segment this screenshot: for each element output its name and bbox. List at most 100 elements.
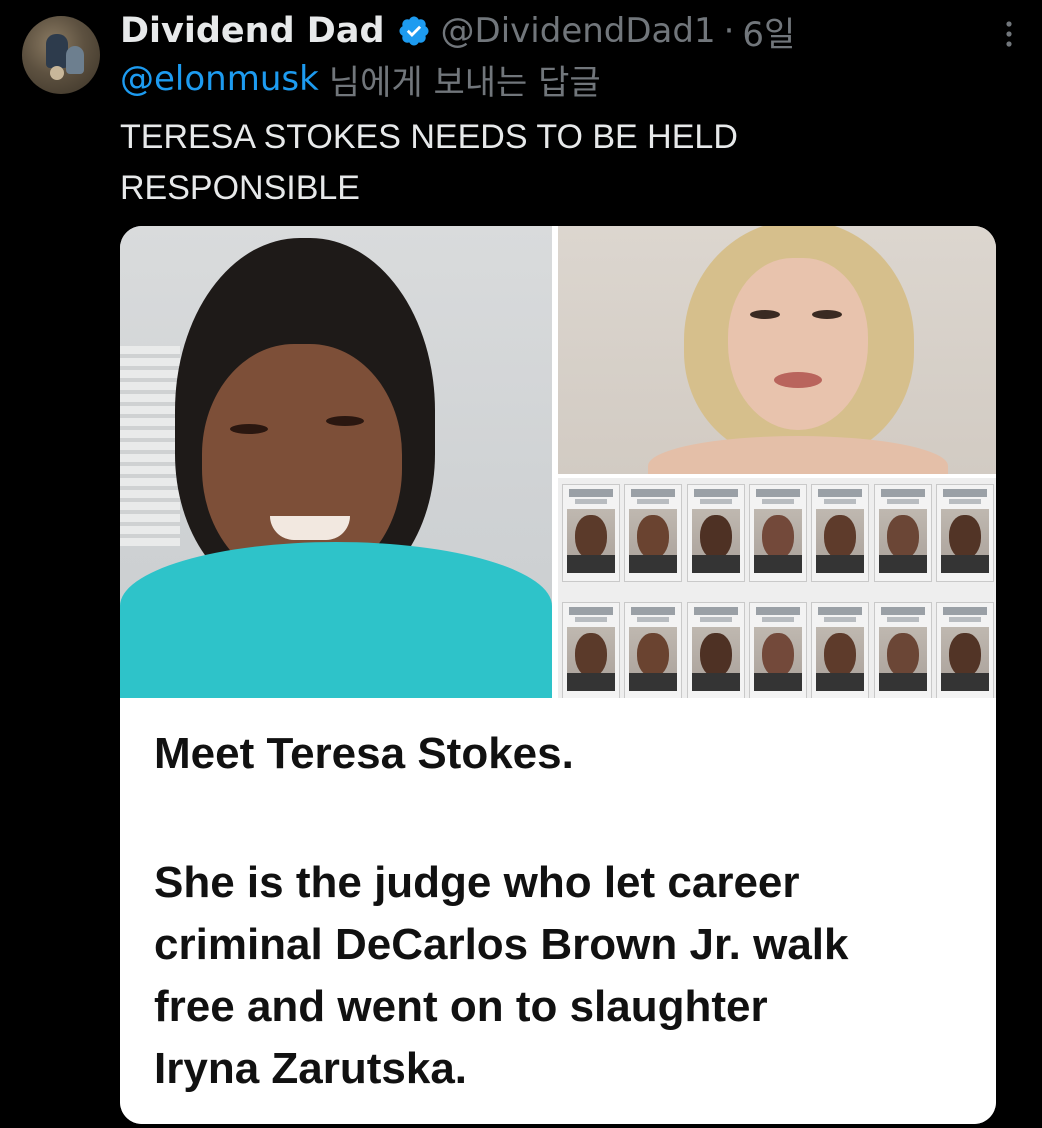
mugshot-label bbox=[824, 617, 857, 622]
mugshot-body bbox=[691, 673, 740, 691]
mugshot-photo bbox=[567, 509, 615, 573]
mugshot-photo bbox=[940, 509, 989, 573]
mugshot-thumbnail bbox=[873, 484, 932, 582]
mugshot-body bbox=[816, 555, 865, 573]
author-display-name[interactable]: Dividend Dad bbox=[120, 11, 385, 51]
more-options-icon[interactable] bbox=[1002, 20, 1016, 48]
mugshot-label bbox=[761, 499, 794, 504]
mugshot-head bbox=[948, 515, 981, 559]
mugshot-label bbox=[761, 617, 794, 622]
mugshot-thumbnail bbox=[624, 602, 683, 700]
mugshot-photo bbox=[691, 509, 740, 573]
caption-line: She is the judge who let career bbox=[154, 858, 800, 907]
mugshot-row bbox=[562, 484, 994, 584]
mugshot-thumbnail bbox=[748, 484, 807, 582]
photo-eye bbox=[230, 424, 268, 434]
mugshot-label bbox=[880, 607, 925, 615]
photo-lips bbox=[774, 372, 822, 388]
mugshot-head bbox=[699, 515, 732, 559]
mugshot-head bbox=[575, 633, 607, 677]
photo-smile bbox=[270, 516, 350, 540]
mugshot-photo bbox=[629, 509, 678, 573]
author-avatar[interactable] bbox=[22, 16, 100, 94]
mugshot-photo bbox=[878, 627, 927, 691]
mugshot-thumbnail bbox=[811, 484, 870, 582]
mugshot-label bbox=[942, 489, 987, 497]
header-separator: · bbox=[723, 11, 735, 51]
mugshot-body bbox=[567, 555, 615, 573]
avatar-figure bbox=[50, 66, 64, 80]
mugshot-body bbox=[567, 673, 615, 691]
mugshot-body bbox=[753, 673, 802, 691]
portrait-photo bbox=[120, 226, 552, 698]
mugshot-thumbnail bbox=[748, 602, 807, 700]
caption-line: criminal DeCarlos Brown Jr. walk bbox=[154, 920, 849, 969]
verified-badge-icon[interactable] bbox=[397, 14, 431, 48]
author-handle[interactable]: @DividendDad1 bbox=[441, 11, 716, 51]
mugshot-label bbox=[818, 489, 863, 497]
mugshot-grid bbox=[558, 478, 996, 700]
mugshot-photo bbox=[816, 627, 865, 691]
mugshot-head bbox=[699, 633, 732, 677]
mugshot-label bbox=[880, 489, 925, 497]
mugshot-label bbox=[569, 489, 613, 497]
mugshot-photo bbox=[878, 509, 927, 573]
avatar-figure bbox=[46, 34, 68, 68]
caption-line: free and went on to slaughter bbox=[154, 982, 768, 1031]
mugshot-body bbox=[629, 555, 678, 573]
mugshot-photo bbox=[629, 627, 678, 691]
mugshot-label bbox=[699, 617, 732, 622]
tweet-text: TERESA STOKES NEEDS TO BE HELD RESPONSIB… bbox=[120, 112, 940, 214]
mugshot-photo bbox=[940, 627, 989, 691]
mugshot-row bbox=[562, 602, 994, 702]
mugshot-body bbox=[940, 673, 989, 691]
mugshot-photo bbox=[691, 627, 740, 691]
mugshot-photo bbox=[753, 509, 802, 573]
mugshot-label bbox=[693, 607, 738, 615]
mugshot-head bbox=[824, 515, 857, 559]
mugshot-label bbox=[699, 499, 732, 504]
mugshot-photo bbox=[567, 627, 615, 691]
mugshot-body bbox=[629, 673, 678, 691]
mugshot-label bbox=[755, 489, 800, 497]
mugshot-label bbox=[693, 489, 738, 497]
avatar-figure bbox=[66, 46, 84, 74]
reply-mention-link[interactable]: @elonmusk bbox=[120, 59, 319, 99]
mugshot-thumbnail bbox=[562, 484, 620, 582]
mugshot-label bbox=[886, 499, 919, 504]
mugshot-label bbox=[942, 607, 987, 615]
mugshot-photo bbox=[816, 509, 865, 573]
photo-eye bbox=[750, 310, 780, 319]
caption-line: Iryna Zarutska. bbox=[154, 1044, 468, 1093]
mugshot-label bbox=[637, 617, 670, 622]
mugshot-label bbox=[569, 607, 613, 615]
mugshot-photo bbox=[753, 627, 802, 691]
mugshot-thumbnail bbox=[811, 602, 870, 700]
tweet-media-image[interactable]: Meet Teresa Stokes. She is the judge who… bbox=[120, 226, 996, 1124]
mugshot-head bbox=[886, 515, 919, 559]
mugshot-thumbnail bbox=[562, 602, 620, 700]
mugshot-label bbox=[948, 617, 981, 622]
mugshot-head bbox=[637, 633, 670, 677]
tweet-timestamp[interactable]: 6일 bbox=[742, 7, 795, 56]
photo-face bbox=[728, 258, 868, 430]
mugshot-label bbox=[637, 499, 670, 504]
mugshot-body bbox=[816, 673, 865, 691]
mugshot-body bbox=[940, 555, 989, 573]
mugshot-head bbox=[948, 633, 981, 677]
photo-shoulder bbox=[648, 436, 948, 474]
mugshot-thumbnail bbox=[686, 602, 745, 700]
mugshot-thumbnail bbox=[935, 484, 994, 582]
mugshot-label bbox=[886, 617, 919, 622]
mugshot-head bbox=[761, 633, 794, 677]
caption-heading: Meet Teresa Stokes. bbox=[154, 729, 574, 778]
mugshot-head bbox=[761, 515, 794, 559]
tweet-header: Dividend Dad @DividendDad1 · 6일 bbox=[120, 7, 982, 56]
portrait-photo-2 bbox=[558, 226, 996, 474]
mugshot-head bbox=[886, 633, 919, 677]
mugshot-body bbox=[878, 673, 927, 691]
image-caption: Meet Teresa Stokes. She is the judge who… bbox=[120, 698, 996, 1124]
mugshot-body bbox=[878, 555, 927, 573]
photo-shirt bbox=[120, 542, 552, 698]
mugshot-head bbox=[575, 515, 607, 559]
